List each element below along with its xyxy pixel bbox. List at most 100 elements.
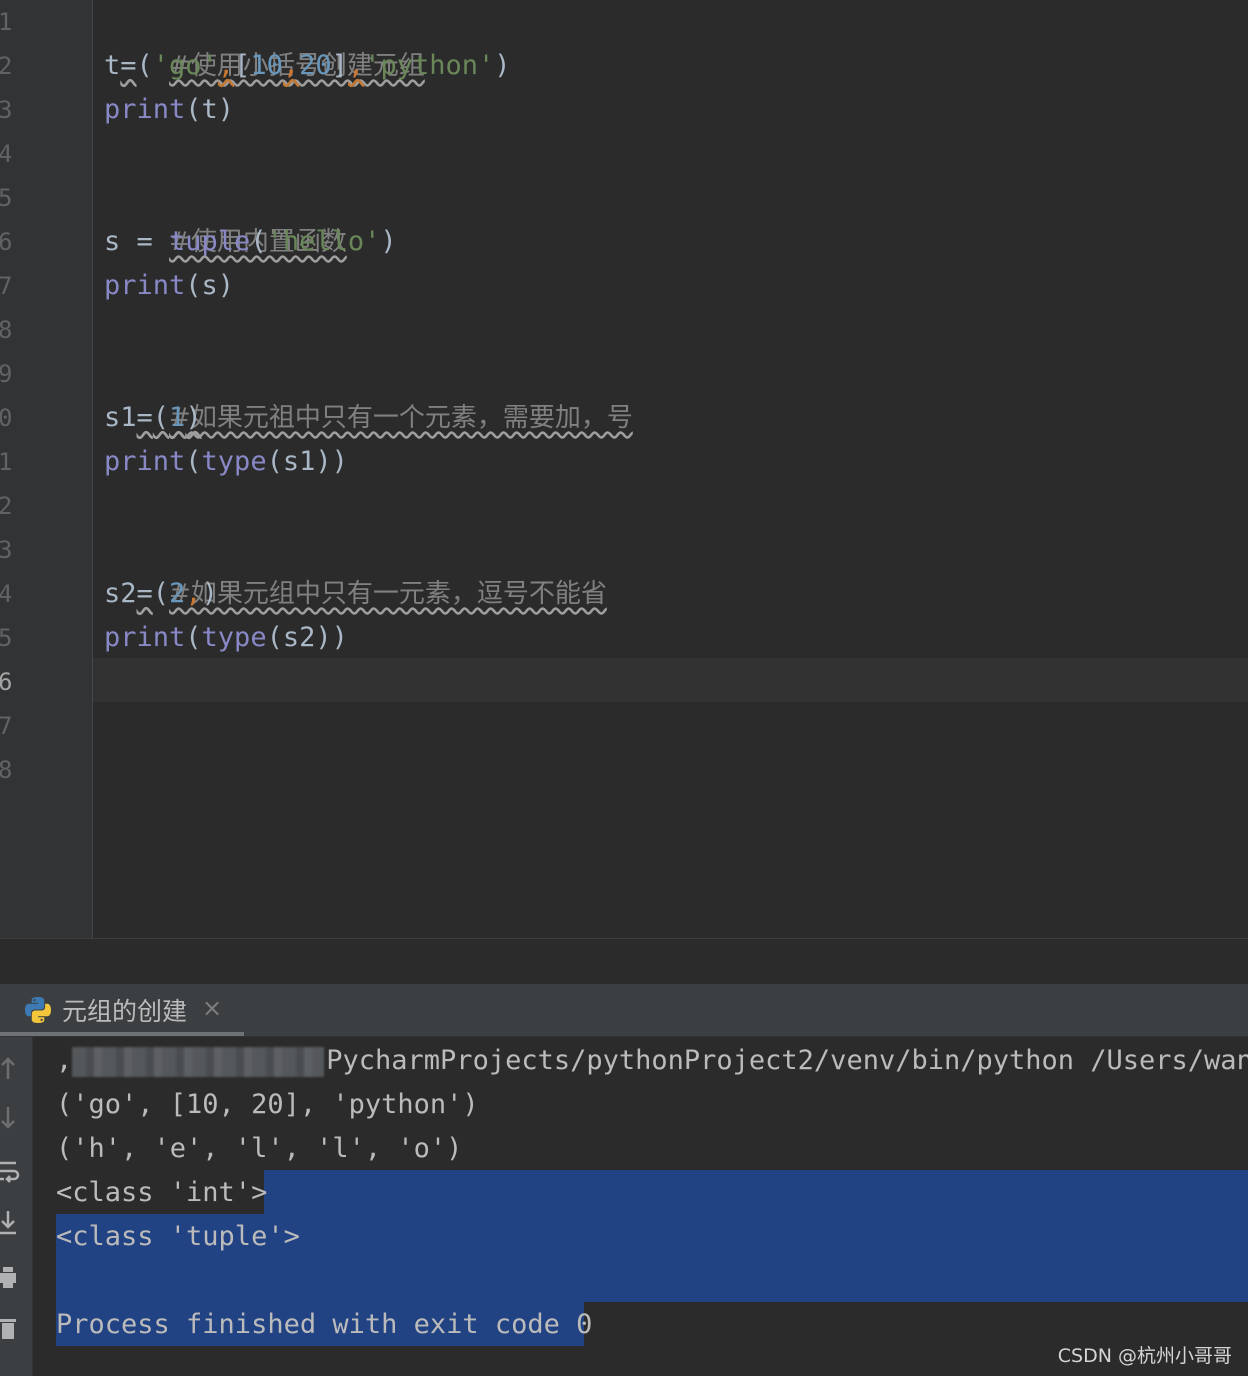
line-number: 1 [0,448,13,476]
paren: ( [250,226,267,257]
code-line-15[interactable]: print(type(s2)) [104,616,348,660]
builtin-function: print [104,446,186,477]
code-line-13[interactable]: #如果元组中只有一元素，逗号不能省 [104,528,607,609]
builtin-function: print [104,94,186,125]
call-args: (s) [185,270,235,301]
number-literal: 20 [299,50,332,81]
paren: ( [185,446,202,477]
bracket: ] [331,50,348,81]
line-number: 2 [0,52,13,80]
console-output[interactable]: , PycharmProjects/pythonProject2/venv/bin… [33,1037,1248,1376]
paren: ( [152,402,170,433]
line-number-gutter: 1 2 3 4 5 6 7 8 9 0 1 2 3 4 5 6 7 8 [0,0,93,938]
code-editor[interactable]: 123456789012345678 #使用小括号创建元组 t=('go',[1… [0,0,1248,938]
code-line-7[interactable]: print(s) [104,264,234,308]
bracket: [ [234,50,251,81]
builtin-function: print [104,622,186,653]
line-number: 5 [0,184,13,212]
code-line-14[interactable]: s2=(2,) [104,572,218,616]
comma: , [282,50,300,81]
console-command-line: , PycharmProjects/pythonProject2/venv/bin… [56,1039,1248,1083]
line-number: 9 [0,360,13,388]
paren: ) [494,50,511,81]
identifier: s2 [104,578,137,609]
builtin-function: type [201,446,267,477]
console-line: <class 'int'> [56,1177,268,1208]
line-number: 5 [0,624,13,652]
run-tool-window-tabbar: 元组的创建 × [0,984,1248,1037]
line-number: 6 [0,228,13,256]
trash-icon[interactable] [0,1313,24,1343]
soft-wrap-icon[interactable] [0,1157,24,1187]
code-line-6[interactable]: s = tuple('hello') [104,220,397,264]
watermark: CSDN @杭州小哥哥 [1057,1345,1232,1367]
code-line-5[interactable]: #使用内置函数 [104,176,347,257]
down-arrow-icon[interactable] [0,1103,24,1133]
paren: ( [136,50,153,81]
console-line: ('go', [10, 20], 'python') [56,1089,479,1120]
comma: , [347,50,365,81]
line-number: 8 [0,756,13,784]
paren: ) [380,226,397,257]
selection-highlight [264,1170,1248,1214]
string-literal: 'python' [364,50,495,81]
string-literal: 'go' [152,50,218,81]
python-icon [25,997,51,1023]
command-path: PycharmProjects/pythonProject2/venv/bin/… [326,1045,1248,1076]
editor-bottom-gap [0,938,1248,985]
line-number: 0 [0,404,13,432]
line-number: 7 [0,712,13,740]
code-line-10[interactable]: s1=(1) [104,396,202,440]
line-number: 6 [0,668,13,696]
number-literal: 10 [250,50,283,81]
operator: = [136,402,153,433]
paren: ( [185,622,202,653]
call-args: (s1)) [266,446,348,477]
up-arrow-icon[interactable] [0,1053,24,1083]
line-number: 3 [0,536,13,564]
identifier: s1 [104,402,137,433]
console-exit-message: Process finished with exit code 0 [56,1309,593,1340]
line-number: 3 [0,96,13,124]
tab-run-configuration[interactable]: 元组的创建 × [0,984,244,1036]
call-args: (t) [185,94,235,125]
paren: ) [185,402,202,433]
code-line-2[interactable]: t=('go',[10,20],'python') [104,44,511,88]
code-line-3[interactable]: print(t) [104,88,234,132]
code-line-9[interactable]: #如果元祖中只有一个元素，需要加，号 [104,352,633,433]
command-prefix: , [56,1045,73,1076]
operator: = [120,50,137,81]
number-literal: 2 [169,578,186,609]
line-number: 2 [0,492,13,520]
line-number: 7 [0,272,13,300]
print-icon[interactable] [0,1263,24,1293]
line-number: 8 [0,316,13,344]
number-literal: 1 [169,402,186,433]
paren: ( [152,578,170,609]
console-line: <class 'tuple'> [56,1221,300,1252]
comma: , [185,578,202,609]
operator: = [136,578,153,609]
builtin-function: tuple [169,226,251,257]
line-number: 4 [0,580,13,608]
console-toolstrip [0,1037,33,1376]
builtin-function: print [104,270,186,301]
redacted-path [72,1046,325,1077]
comment: #如果元组中只有一元素，逗号不能省 [169,579,607,609]
line-number: 4 [0,140,13,168]
current-line-highlight [93,658,1248,702]
tab-label: 元组的创建 [62,997,188,1026]
line-number: 1 [0,8,13,36]
console-line: ('h', 'e', 'l', 'l', 'o') [56,1133,463,1164]
call-args: (s2)) [266,622,348,653]
comment: #如果元祖中只有一个元素，需要加，号 [169,403,633,433]
paren: ) [201,578,218,609]
code-line-11[interactable]: print(type(s1)) [104,440,348,484]
close-icon[interactable]: × [202,994,222,1022]
code-line-1[interactable]: #使用小括号创建元组 [104,0,425,81]
assignment: s = [104,226,170,257]
comma: , [217,50,235,81]
scroll-to-end-icon[interactable] [0,1207,24,1237]
identifier: t [104,50,121,81]
builtin-function: type [201,622,267,653]
